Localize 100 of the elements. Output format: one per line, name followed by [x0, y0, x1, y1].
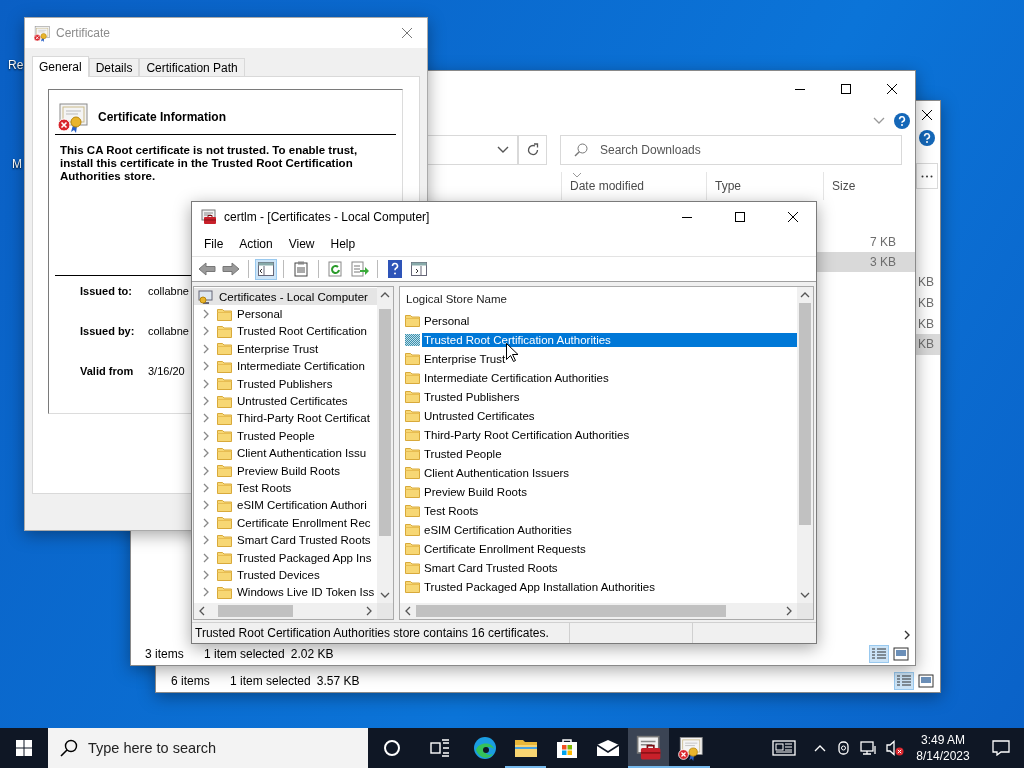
field-label: Issued by:	[80, 325, 136, 337]
list-item[interactable]: Third-Party Root Certification Authorities	[422, 427, 632, 442]
column-header[interactable]: Size	[823, 172, 901, 200]
trust-warning: This CA Root certificate is not trusted. To enable trust, install this certificate in the Trusted Root Certification Authorities store.	[60, 144, 359, 183]
list-item[interactable]: Client Authentication Issuers	[422, 465, 572, 480]
folder-icon	[405, 542, 420, 555]
maximize-icon[interactable]	[841, 83, 851, 94]
list-item[interactable]: Intermediate Certification Authorities	[422, 370, 611, 385]
tree-item[interactable]: Windows Live ID Token Iss	[194, 583, 377, 602]
tree-item[interactable]: Personal	[194, 305, 377, 323]
tree-item[interactable]: Preview Build Roots	[194, 461, 377, 480]
list-item[interactable]: Trusted Packaged App Installation Authorities	[422, 579, 657, 594]
chevron-down-icon[interactable]	[873, 116, 885, 125]
folder-icon	[405, 333, 420, 346]
list-item[interactable]: Untrusted Certificates	[422, 408, 537, 423]
tab[interactable]: Details	[88, 58, 140, 76]
list-item[interactable]: Personal	[422, 313, 472, 328]
certificate-error-icon	[33, 24, 50, 42]
more-icon[interactable]	[921, 174, 933, 178]
folder-icon[interactable]	[513, 738, 538, 758]
menu-item[interactable]: Help	[322, 233, 364, 255]
shopping-bag-icon[interactable]	[555, 737, 578, 759]
folder-icon	[405, 580, 420, 593]
refresh-icon[interactable]	[525, 143, 540, 157]
network-icon[interactable]	[860, 740, 878, 756]
list-item[interactable]: eSIM Certification Authorities	[422, 522, 574, 537]
desktop-icon-label[interactable]: M	[12, 157, 22, 171]
tree-item[interactable]: Enterprise Trust	[194, 340, 377, 358]
tree-item[interactable]: Smart Card Trusted Roots	[194, 531, 377, 549]
horizontal-scrollbar[interactable]	[194, 603, 377, 619]
selection-size: 3.57 KB	[316, 674, 360, 688]
folder-icon	[217, 324, 232, 338]
tree-item[interactable]: Untrusted Certificates	[194, 392, 377, 410]
list-item[interactable]: Certificate Enrollment Requests	[422, 541, 588, 556]
speech-bubble-icon[interactable]	[992, 740, 1010, 756]
tree-item[interactable]: Certificate Enrollment Rec	[194, 514, 377, 532]
menu-item[interactable]: File	[196, 233, 232, 255]
scroll-right-icon[interactable]	[903, 629, 911, 640]
folder-icon	[405, 409, 420, 422]
close-icon[interactable]	[887, 83, 897, 94]
help-icon[interactable]	[894, 112, 910, 129]
tree-item[interactable]: Certificates - Local Computer	[194, 288, 377, 306]
list-item[interactable]: Trusted Publishers	[422, 389, 522, 404]
folder-icon	[217, 481, 232, 495]
circle-icon[interactable]	[383, 739, 401, 757]
search-field[interactable]: Search Downloads	[560, 135, 902, 165]
search-icon	[574, 143, 588, 157]
clock-button[interactable]: 3:49 AM 8/14/2023	[908, 728, 978, 768]
vertical-scrollbar[interactable]	[377, 287, 393, 603]
refresh-button[interactable]	[518, 135, 547, 165]
camera-icon[interactable]	[836, 740, 852, 756]
selection-count: 1 item selected	[230, 674, 311, 688]
tree-item[interactable]: Trusted Packaged App Ins	[194, 548, 377, 567]
menu-item[interactable]: Action	[231, 233, 281, 255]
tree-item[interactable]: Trusted Publishers	[194, 374, 377, 393]
tab[interactable]: Certification Path	[139, 58, 245, 76]
folder-icon	[217, 533, 232, 547]
list-item[interactable]: Trusted Root Certification Authorities	[422, 332, 797, 347]
horizontal-scrollbar[interactable]	[400, 603, 797, 619]
folder-icon	[217, 585, 232, 599]
list-item[interactable]: Enterprise Trust	[422, 351, 508, 366]
search-field[interactable]: Type here to search	[48, 728, 368, 768]
close-icon[interactable]	[922, 110, 932, 120]
tree-item[interactable]: Intermediate Certification	[194, 357, 377, 375]
tree-item[interactable]: Third-Party Root Certificat	[194, 409, 377, 428]
close-icon[interactable]	[788, 212, 798, 222]
desktop-icon-label[interactable]: Re	[8, 58, 24, 72]
column-header[interactable]: Logical Store Name	[400, 287, 797, 311]
list-item[interactable]: Trusted People	[422, 446, 504, 461]
menu-item[interactable]: View	[280, 233, 323, 255]
scrollbar-corner	[797, 603, 813, 619]
browser-icon[interactable]	[472, 736, 497, 760]
column-header[interactable]: Type	[706, 172, 823, 200]
vertical-scrollbar[interactable]	[797, 287, 813, 603]
field-value: collabne	[148, 285, 189, 297]
certlm-taskbar-button[interactable]	[628, 728, 669, 768]
help-icon[interactable]	[919, 130, 935, 146]
maximize-icon[interactable]	[735, 212, 745, 222]
chevron-up-icon[interactable]	[814, 744, 826, 752]
envelope-icon[interactable]	[595, 739, 620, 757]
tab[interactable]: General	[32, 56, 89, 77]
list-item[interactable]: Preview Build Roots	[422, 484, 529, 499]
list-item[interactable]: Smart Card Trusted Roots	[422, 560, 560, 575]
folder-icon	[217, 359, 232, 373]
computer-certificate-icon	[198, 288, 214, 305]
scrollbar-corner	[377, 603, 393, 619]
tree-item[interactable]: Trusted Devices	[194, 566, 377, 584]
list-item[interactable]: Test Roots	[422, 503, 481, 518]
tree-item[interactable]: Trusted Root Certification	[194, 322, 377, 341]
tree-item[interactable]: Test Roots	[194, 479, 377, 497]
size-cell: KB	[914, 334, 940, 355]
column-header[interactable]: Date modified	[561, 172, 706, 200]
tree-item[interactable]: eSIM Certification Authori	[194, 496, 377, 515]
tree-item[interactable]: Client Authentication Issu	[194, 444, 377, 462]
toolbox-icon	[635, 735, 662, 761]
volume-muted-icon[interactable]	[886, 740, 904, 756]
task-view-icon[interactable]	[430, 739, 450, 757]
news-icon[interactable]	[772, 739, 796, 757]
folder-icon	[405, 314, 420, 327]
tree-item[interactable]: Trusted People	[194, 427, 377, 445]
